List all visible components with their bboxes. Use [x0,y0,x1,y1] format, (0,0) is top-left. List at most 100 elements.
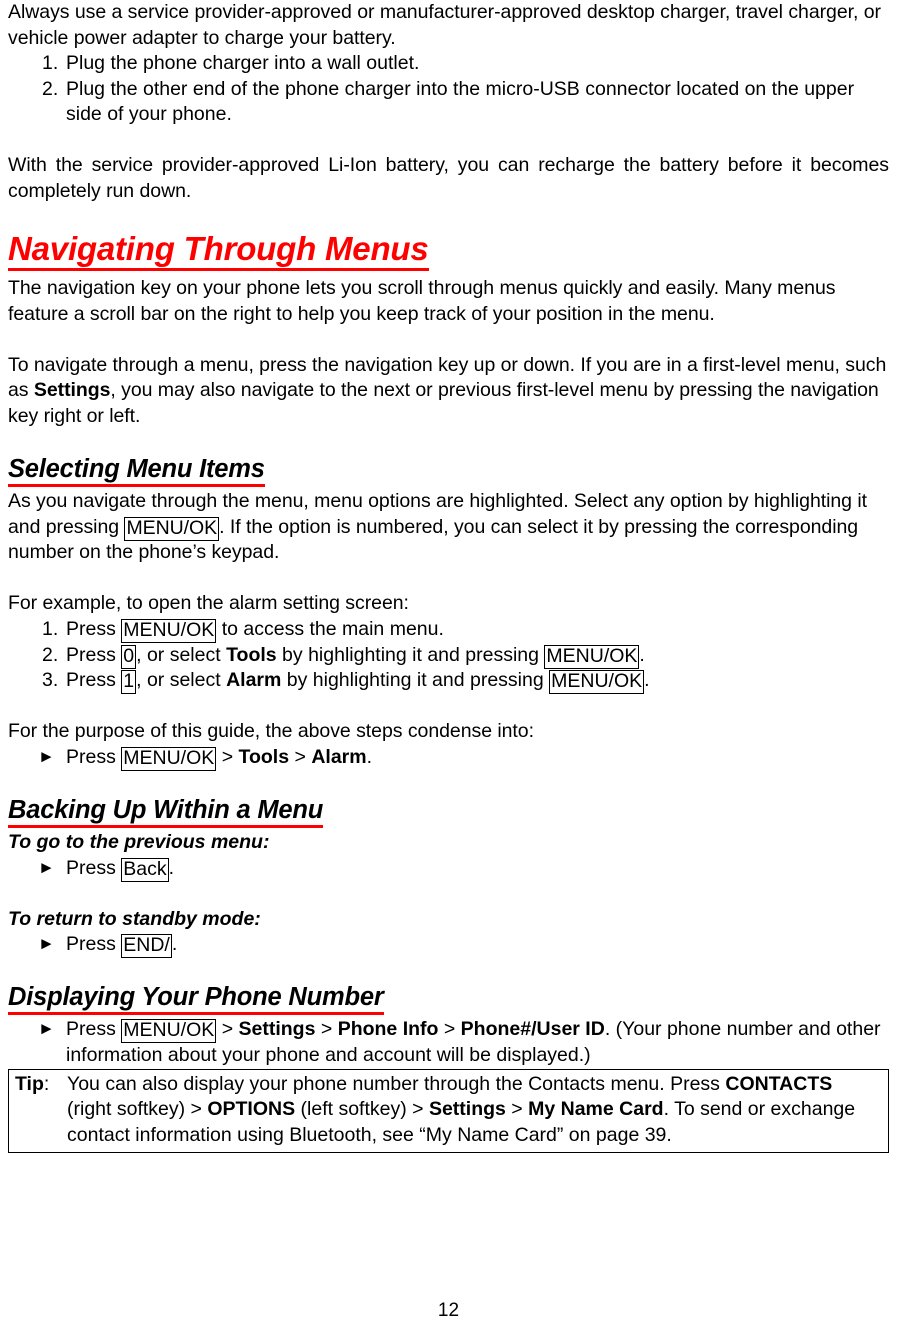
heading-displaying-your-phone-number: Displaying Your Phone Number [8,983,384,1016]
step-text: . [366,745,373,768]
example-intro: For example, to open the alarm setting s… [8,592,409,615]
key-menu-ok: MENU/OK [544,644,640,669]
list-marker: 2. [42,77,59,100]
list-marker: 3. [42,669,59,692]
step-text: > [216,1018,239,1041]
bold-settings: Settings [33,379,111,402]
bold-phone-info: Phone Info [337,1018,439,1041]
selecting-paragraph-1: As you navigate through the menu, menu o… [8,489,889,566]
bold-settings: Settings [238,1018,316,1041]
list-marker: 2. [42,643,59,666]
step-text: Press [66,643,122,666]
section-heading-wrap: Backing Up Within a Menu [8,796,889,830]
bold-tools: Tools [238,745,290,768]
charging-steps-list: 1. Plug the phone charger into a wall ou… [8,51,889,128]
section-heading-wrap: Displaying Your Phone Number [8,983,889,1017]
list-item: 2. Press 0, or select Tools by highlighti… [8,643,889,669]
step-text: Press [66,933,122,956]
key-back: Back [121,857,169,882]
step-text: to access the main menu. [216,618,444,640]
paragraph-text: , you may also navigate to the next or p… [8,379,879,428]
step-text: > [289,745,312,768]
bold-settings: Settings [428,1098,506,1121]
navigating-paragraph-2: To navigate through a menu, press the na… [8,353,889,430]
triangle-right-icon: ► [38,934,55,954]
list-marker: 1. [42,618,59,640]
step-text: Press [66,618,122,640]
step-text: . [168,856,175,879]
step-text: by highlighting it and pressing [281,669,550,692]
bold-alarm: Alarm [226,669,282,692]
end-step: ► Press END/. [8,932,889,959]
key-digit-zero: 0 [121,644,137,669]
intro-paragraph: Always use a service provider-approved o… [8,1,881,49]
key-menu-ok: MENU/OK [124,516,220,541]
condense-intro: For the purpose of this guide, the above… [8,720,534,743]
key-menu-ok: MENU/OK [121,1019,217,1044]
alarm-steps-list: 1. Press MENU/OK to access the main menu.… [8,617,889,695]
tip-text: (left softkey) > [295,1098,429,1121]
bold-alarm: Alarm [311,745,367,768]
bold-my-name-card: My Name Card [528,1098,664,1121]
triangle-right-icon: ► [38,1019,55,1039]
list-item: 1. Plug the phone charger into a wall ou… [8,51,889,77]
tip-box: Tip: You can also display your phone num… [8,1068,889,1154]
tip-content: Tip: You can also display your phone num… [15,1072,882,1149]
step-text: . [644,669,650,692]
step-text: . [171,933,178,956]
step-text: . [639,643,645,666]
tip-label-text: Tip [15,1072,44,1095]
bold-contacts: CONTACTS [725,1072,833,1095]
list-marker: 1. [42,52,59,75]
step-text: > [438,1018,461,1041]
bold-options: OPTIONS [207,1098,296,1121]
tip-label-colon: : [43,1072,50,1095]
subheading-previous-menu: To go to the previous menu: [8,830,270,853]
tip-text: > [505,1098,529,1121]
tip-text: (right softkey) > [67,1098,208,1121]
list-item-text: Plug the phone charger into a wall outle… [66,52,420,75]
list-item: 3. Press 1, or select Alarm by highlighti… [8,668,889,695]
key-menu-ok: MENU/OK [549,670,645,695]
list-item: 1. Press MENU/OK to access the main menu. [8,617,889,643]
tip-text: You can also display your phone number t… [67,1072,726,1095]
step-text: Press [66,669,122,692]
key-menu-ok: MENU/OK [121,746,217,771]
bold-phone-user-id: Phone#/User ID [460,1018,605,1041]
step-text: Press [66,1018,122,1041]
key-digit-one: 1 [121,670,137,695]
back-step: ► Press Back. [8,856,889,882]
document-page: Always use a service provider-approved o… [0,0,897,1334]
list-item: 2. Plug the other end of the phone charg… [8,77,889,128]
step-text: Press [66,745,122,768]
heading-selecting-menu-items: Selecting Menu Items [8,455,265,488]
section-heading-wrap: Selecting Menu Items [8,455,889,489]
key-end: END/ [121,934,172,959]
step-text: , or select [136,643,227,666]
step-text: > [216,745,239,768]
heading-backing-up-within-a-menu: Backing Up Within a Menu [8,796,323,828]
section-heading-wrap: Navigating Through Menus [8,230,889,276]
condense-step: ► Press MENU/OK > Tools > Alarm. [8,745,889,771]
step-text: , or select [136,669,227,692]
heading-navigating-through-menus: Navigating Through Menus [8,230,429,272]
step-text: > [315,1018,338,1041]
triangle-right-icon: ► [38,857,55,877]
key-menu-ok: MENU/OK [121,619,217,643]
step-text: by highlighting it and pressing [276,643,545,666]
page-number: 12 [437,1300,460,1321]
step-text: Press [66,856,122,879]
bold-tools: Tools [226,643,277,666]
navigating-paragraph-1: The navigation key on your phone lets yo… [8,277,836,325]
tip-label: Tip: [15,1072,49,1098]
phone-number-step: ► Press MENU/OK > Settings > Phone Info >… [8,1017,889,1068]
